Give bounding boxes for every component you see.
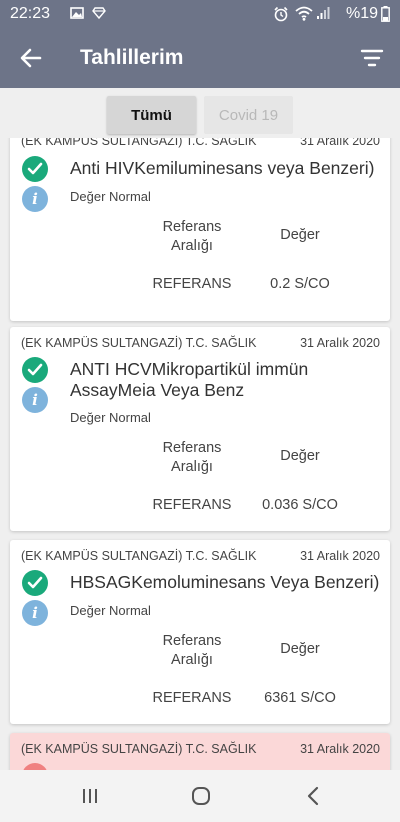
result-status: Değer Normal: [70, 603, 151, 618]
result-value: 6361 S/CO: [264, 690, 336, 706]
image-icon: [70, 7, 84, 19]
test-date: 31 Aralık 2020: [300, 138, 380, 148]
diamond-icon: [92, 7, 106, 20]
reference-range-header: Referans Aralığı: [162, 219, 222, 254]
reference-range-value: REFERANS: [152, 690, 232, 706]
result-status: Değer Normal: [70, 410, 151, 425]
page-title: Tahlillerim: [80, 46, 184, 69]
status-time: 22:23: [10, 5, 51, 22]
test-name: Anti HIVKemiluminesans veya Benzeri): [70, 158, 375, 178]
alarm-icon: [274, 6, 288, 22]
result-status: Değer Normal: [70, 189, 151, 204]
test-results-list[interactable]: (EK KAMPÜS SULTANGAZİ) T.C. SAĞLIK 31 Ar…: [0, 138, 400, 770]
tabs-bar: Tümü Covid 19: [0, 88, 400, 138]
test-date: 31 Aralık 2020: [300, 336, 380, 350]
reference-range-value: REFERANS: [152, 276, 232, 292]
tab-all[interactable]: Tümü: [107, 96, 196, 134]
test-name: HBSAGKemoluminesans Veya Benzeri): [70, 572, 380, 592]
hospital-name: (EK KAMPÜS SULTANGAZİ) T.C. SAĞLIK: [21, 549, 257, 563]
battery-icon: [381, 6, 390, 22]
hospital-name: (EK KAMPÜS SULTANGAZİ) T.C. SAĞLIK: [21, 742, 257, 756]
reference-range-header: Referans Aralığı: [162, 633, 222, 668]
test-date: 31 Aralık 2020: [300, 549, 380, 563]
value-header: Değer: [280, 641, 320, 657]
system-nav-bar: [0, 770, 400, 822]
value-header: Değer: [280, 227, 320, 243]
wifi-icon: [295, 6, 313, 21]
reference-range-value: REFERANS: [152, 497, 232, 513]
result-value: 0.2 S/CO: [270, 276, 330, 292]
info-icon[interactable]: i: [22, 186, 48, 212]
back-arrow-icon[interactable]: [18, 45, 44, 71]
signal-icon: [317, 7, 330, 19]
battery-level: %19: [345, 5, 378, 22]
tab-covid-19[interactable]: Covid 19: [204, 96, 293, 134]
back-nav-icon[interactable]: [298, 782, 328, 810]
value-header: Değer: [280, 448, 320, 464]
result-value: 0.036 S/CO: [262, 497, 338, 513]
test-result-card[interactable]: (EK KAMPÜS SULTANGAZİ) T.C. SAĞLIK 31 Ar…: [10, 327, 390, 531]
test-date: 31 Aralık 2020: [300, 742, 380, 756]
reference-range-header: Referans Aralığı: [162, 440, 222, 475]
filter-icon[interactable]: [360, 47, 384, 69]
check-circle-icon: [22, 156, 48, 182]
test-result-card-alert[interactable]: (EK KAMPÜS SULTANGAZİ) T.C. SAĞLIK 31 Ar…: [10, 733, 390, 770]
status-bar: 22:23 %19: [0, 0, 400, 28]
home-icon[interactable]: [186, 782, 216, 810]
hospital-name: (EK KAMPÜS SULTANGAZİ) T.C. SAĞLIK: [21, 336, 257, 350]
info-icon[interactable]: i: [22, 387, 48, 413]
test-result-card[interactable]: (EK KAMPÜS SULTANGAZİ) T.C. SAĞLIK 31 Ar…: [10, 540, 390, 724]
alert-circle-icon: [22, 763, 48, 770]
check-circle-icon: [22, 357, 48, 383]
app-bar: Tahlillerim: [0, 28, 400, 88]
test-result-card[interactable]: (EK KAMPÜS SULTANGAZİ) T.C. SAĞLIK 31 Ar…: [10, 138, 390, 321]
hospital-name: (EK KAMPÜS SULTANGAZİ) T.C. SAĞLIK: [21, 138, 257, 148]
check-circle-icon: [22, 570, 48, 596]
info-icon[interactable]: i: [22, 600, 48, 626]
recents-icon[interactable]: [75, 782, 105, 810]
test-name: ANTI HCVMikropartikül immün AssayMeia Ve…: [70, 359, 309, 400]
